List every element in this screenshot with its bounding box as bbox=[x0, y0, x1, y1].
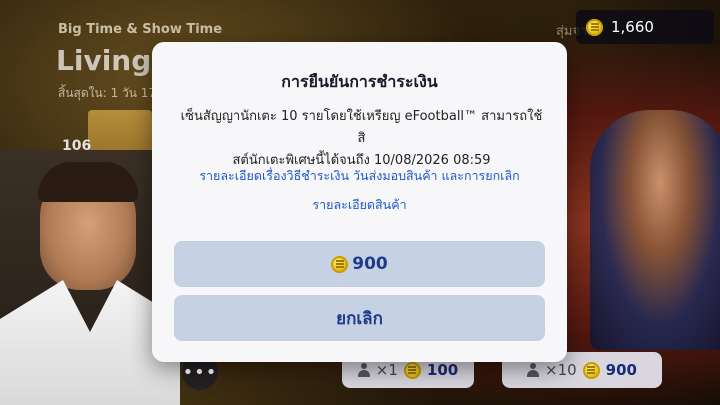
coin-icon bbox=[331, 255, 349, 273]
sign-1-qty: ×1 bbox=[375, 361, 398, 379]
coin-icon bbox=[586, 18, 603, 36]
coin-balance: 1,660 bbox=[576, 10, 714, 44]
coin-balance-value: 1,660 bbox=[611, 18, 654, 36]
webcam-hair bbox=[38, 162, 138, 202]
sign-10-qty: ×10 bbox=[545, 361, 577, 379]
deadline-text: สิ้นสุดใน: 1 วัน 17 bbox=[58, 86, 157, 100]
event-title: Big Time & Show Time bbox=[58, 22, 223, 37]
coin-icon bbox=[582, 361, 600, 379]
product-details-link[interactable]: รายละเอียดสินค้า bbox=[152, 195, 567, 215]
payment-confirmation-dialog: การยืนยันการชำระเงิน เซ็นสัญญานักเตะ 10 … bbox=[152, 42, 567, 362]
dialog-title: การยืนยันการชำระเงิน bbox=[281, 72, 438, 91]
dialog-message-line-1: เซ็นสัญญานักเตะ 10 รายโดยใช้เหรียญ eFoot… bbox=[180, 109, 543, 146]
pay-amount: 900 bbox=[352, 254, 388, 274]
payment-details-link[interactable]: รายละเอียดเรื่องวิธีชำระเงิน วันส่งมอบสิ… bbox=[152, 166, 567, 186]
sign-10-price: 900 bbox=[605, 361, 637, 379]
person-icon bbox=[357, 363, 370, 377]
coin-icon bbox=[403, 361, 421, 379]
person-icon bbox=[527, 363, 540, 377]
pay-coins-button[interactable]: 900 bbox=[174, 241, 545, 287]
dialog-message: เซ็นสัญญานักเตะ 10 รายโดยใช้เหรียญ eFoot… bbox=[178, 106, 545, 172]
featured-player-image bbox=[590, 110, 720, 350]
sign-1-price: 100 bbox=[426, 361, 459, 379]
cancel-button[interactable]: ยกเลิก bbox=[174, 295, 545, 341]
